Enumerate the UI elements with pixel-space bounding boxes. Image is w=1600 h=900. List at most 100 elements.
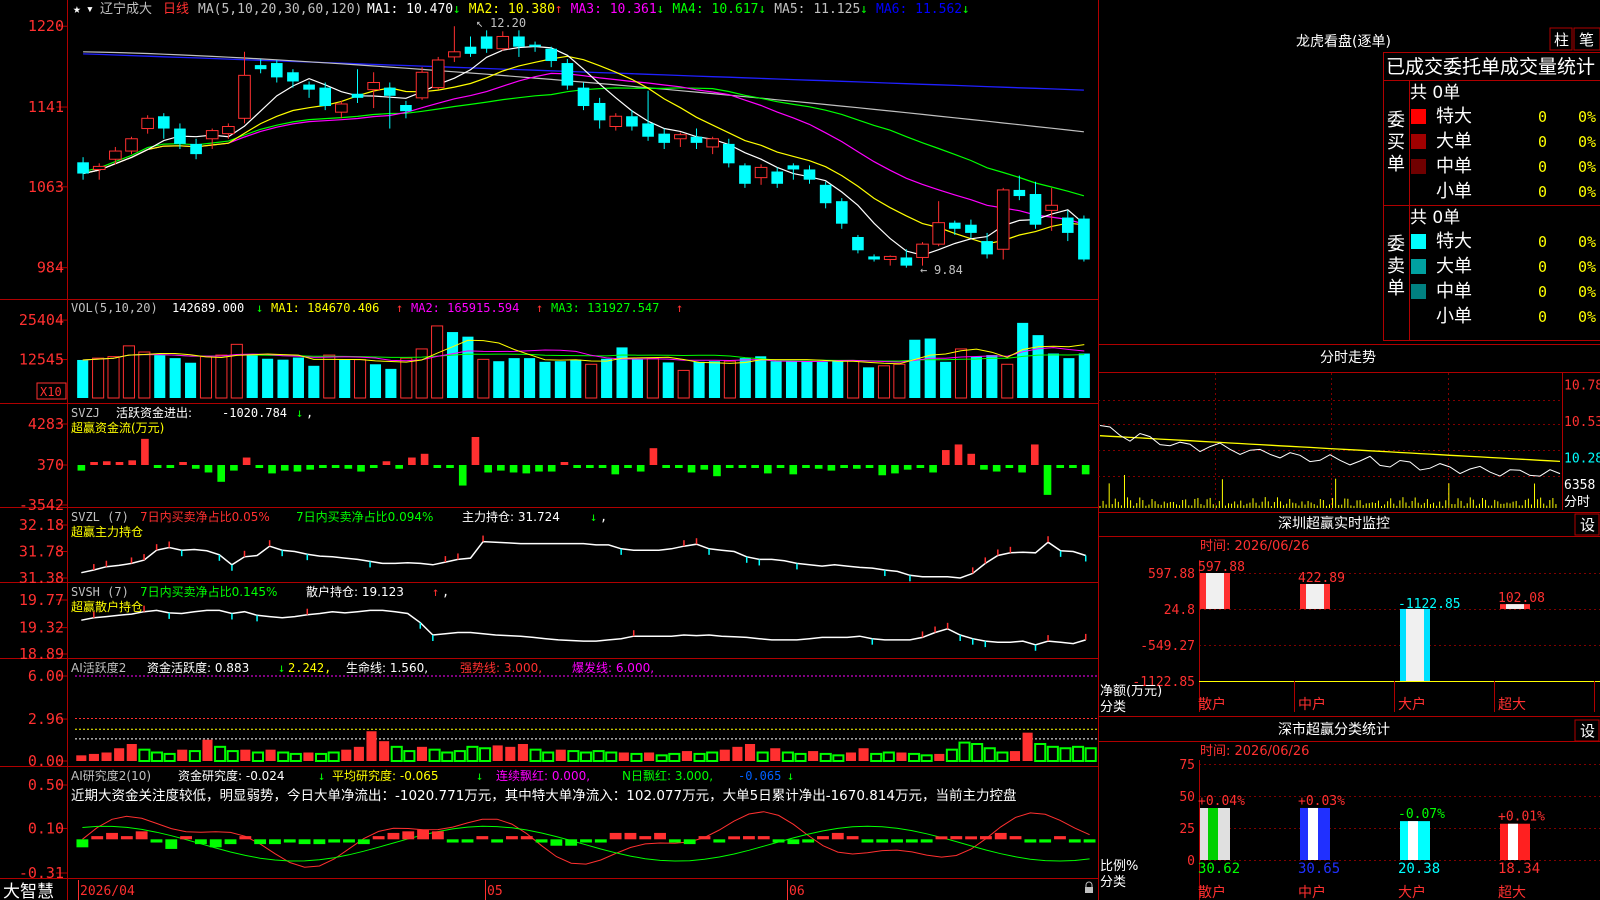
svzj-bar (853, 465, 861, 469)
candle-body (383, 87, 396, 96)
dropdown-arrow-icon[interactable]: ▾ (86, 2, 94, 17)
candle-body (916, 243, 929, 258)
svzj-bar (776, 465, 785, 468)
vol-value: 142689.000 (172, 301, 244, 315)
ai2-header: AI研究度2(10) 资金研究度: -0.024 ↓ 平均研究度: -0.065… (71, 768, 1017, 804)
ai1-bar (303, 752, 314, 761)
svzj-bar (764, 465, 772, 474)
svzj-bar (306, 465, 314, 470)
candle-body (545, 48, 558, 62)
candle-body (415, 71, 429, 99)
sell-row-count-2: 0 (1538, 258, 1547, 276)
svzj-label: 活跃资金进出: (116, 405, 192, 420)
fenshi-ytick-label-1: 10.78 (1564, 379, 1600, 394)
ai2-bar (328, 839, 341, 843)
vol-ma3: MA3: 131927.547 (551, 301, 659, 315)
vol-bar (400, 357, 413, 399)
vol-bar (924, 338, 936, 398)
ai1-bar (529, 748, 542, 763)
svzj-comma: , (306, 406, 313, 420)
ai2-title: AI研究度2(10) (71, 768, 151, 783)
svzl-header: SVZL (7) 7日内买卖净占比0.05% 7日内买卖净占比0.094% 主力… (71, 509, 607, 539)
vol-bar (154, 355, 166, 398)
ai1-bar (403, 750, 416, 762)
buy-row-pct-3: 0% (1578, 158, 1596, 176)
buy-row-pct-4: 0% (1578, 183, 1596, 201)
vol-bar (415, 348, 428, 399)
svzj-bar (77, 465, 86, 471)
ai2-bar (535, 839, 548, 843)
candle-body (996, 189, 1010, 250)
svzj-plot (77, 436, 1090, 495)
ai2-bar (698, 836, 711, 840)
lhb-tabs[interactable]: 已成交委托单成交量统计 (1386, 56, 1595, 78)
candle-body (900, 257, 913, 266)
ai2-bar (787, 839, 800, 845)
ai1-bar (542, 751, 555, 762)
star-icon[interactable]: ★ (73, 2, 81, 17)
class-plot: +0.04% 30.62 散户 +0.03% 30.65 中户 -0.07% 20.38 大户 +… (1198, 794, 1545, 900)
candle-body (109, 150, 122, 160)
candle-body (965, 224, 977, 233)
vol-bar (539, 361, 551, 398)
ai1-bar (177, 749, 188, 761)
ai1-bar (770, 748, 781, 761)
svzj-bar (395, 465, 403, 469)
svzj-bar (1069, 465, 1077, 468)
svzj-bar (929, 465, 937, 473)
ai2-bar (683, 839, 696, 845)
svzj-bar (827, 465, 836, 471)
ai1-bar (416, 746, 428, 761)
ai2-bar (1083, 839, 1096, 843)
class-ytick-label-3: 25 (1179, 822, 1195, 837)
ai1-bar (240, 749, 251, 761)
svzj-title: SVZJ (71, 406, 100, 420)
svzj-bar (382, 461, 391, 465)
ai1-bar (794, 752, 807, 763)
buy-row-count-3: 0 (1538, 158, 1547, 176)
ma-legend-arrow-5-icon: ↓ (860, 2, 868, 17)
vol-bar (246, 355, 258, 398)
buy-total: 共 0单 (1410, 83, 1460, 103)
svzj-bar (547, 465, 556, 472)
vol-bar (230, 343, 243, 399)
candle-body (1061, 217, 1074, 233)
ai1-bar (163, 752, 176, 763)
ai2-ytick-label-2: 0.10 (28, 819, 64, 837)
vol-bar (601, 358, 613, 398)
candle-body (190, 143, 202, 155)
ai1-bar (1022, 732, 1033, 761)
class-settings-label: 设 (1580, 722, 1595, 740)
class-value-3: 20.38 (1398, 861, 1440, 877)
vol-bar (877, 365, 891, 399)
vol-bar (755, 356, 767, 398)
monitor-ytick-label-1: 597.88 (1148, 567, 1195, 582)
ai2-bar (580, 839, 592, 843)
fenshi-ytick-label-2: 10.53 (1564, 415, 1600, 430)
ai2-bar (417, 829, 429, 840)
svzj-ytick-label-3: -3542 (19, 496, 64, 514)
ai1-bar (1046, 745, 1059, 762)
svzl-plot (81, 535, 1087, 582)
sell-row-swatch-3 (1411, 284, 1426, 299)
candle-body (464, 46, 477, 54)
ai1-bar (644, 752, 655, 761)
ai1-bar (428, 748, 441, 763)
ai2-avg-arrow-down-icon: ↓ (476, 769, 483, 783)
ai2-bar (150, 839, 163, 843)
ai1-bar (819, 752, 832, 763)
ai1-arrow-down-icon: ↓ (278, 661, 285, 675)
vol-bar (631, 359, 643, 398)
ai1-bar (150, 751, 164, 762)
candle-body (852, 236, 864, 251)
candle-body (529, 44, 541, 47)
ai2-bar (76, 839, 89, 848)
date-label-3: 06 (789, 884, 805, 899)
class-value-4: 18.34 (1498, 861, 1540, 877)
candle-body (561, 63, 574, 86)
vol-bar (385, 368, 397, 398)
svzj-bar (458, 465, 467, 486)
candle-body (948, 222, 961, 229)
ai1-title: AI活跃度2 (71, 660, 126, 675)
ai2-bar (506, 836, 518, 840)
